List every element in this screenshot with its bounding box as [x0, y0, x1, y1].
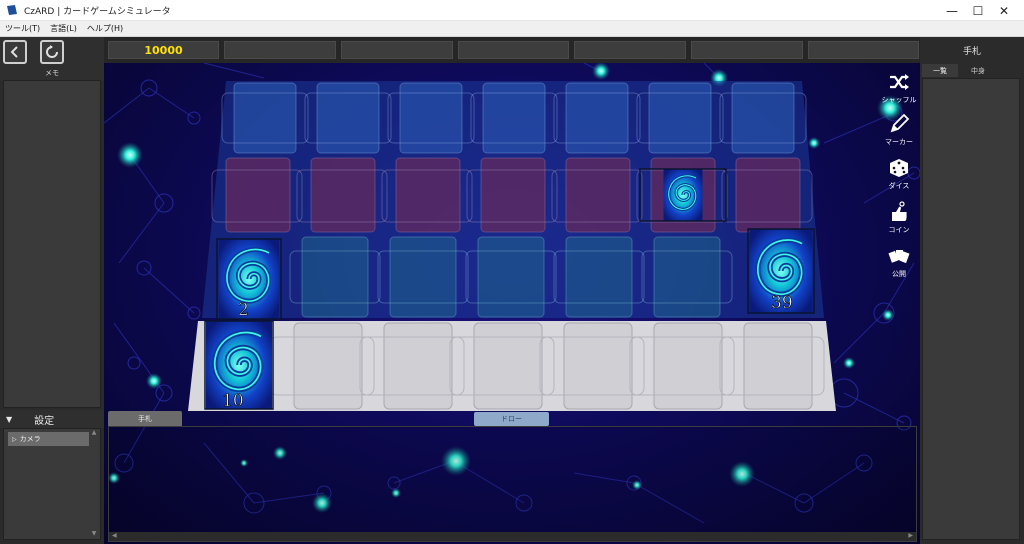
camera-label: カメラ: [19, 435, 41, 443]
zone-slot[interactable]: [473, 322, 543, 410]
life-value: 10000: [144, 43, 183, 57]
counter-box[interactable]: [808, 41, 919, 59]
zone-slot[interactable]: [383, 322, 453, 410]
camera-setting[interactable]: ▷ カメラ: [8, 432, 89, 446]
zone-slot[interactable]: [293, 322, 363, 410]
refresh-icon: [46, 45, 58, 58]
app-icon: [7, 5, 17, 15]
hand-area[interactable]: ◀ ▶: [108, 426, 917, 542]
zone-slot[interactable]: [389, 236, 457, 318]
field-row-bottom: [301, 236, 721, 318]
card-stack-left[interactable]: 2: [216, 238, 282, 320]
hand-scrollbar[interactable]: ◀ ▶: [109, 532, 916, 541]
zone-slot[interactable]: [743, 322, 813, 410]
close-button[interactable]: ✕: [984, 0, 1024, 21]
card-stack-left-count: 2: [238, 300, 249, 320]
dice-tool[interactable]: ダイス: [879, 157, 919, 191]
counter-box[interactable]: [224, 41, 336, 59]
reveal-tool[interactable]: 公開: [879, 245, 919, 279]
zone-slot[interactable]: [395, 157, 461, 233]
menu-language[interactable]: 言語(L): [45, 23, 82, 34]
deck-count: 39: [771, 293, 793, 313]
marker-tool[interactable]: マーカー: [879, 113, 919, 147]
coin-flip-icon: [892, 201, 907, 221]
settings-panel: ▷ カメラ ▲ ▼: [3, 428, 101, 540]
tab-contents[interactable]: 中身: [960, 64, 996, 77]
scroll-left-icon[interactable]: ◀: [112, 532, 117, 539]
settings-label: 設定: [34, 415, 55, 427]
settings-header[interactable]: ▼ 設定: [0, 410, 104, 428]
draw-button[interactable]: ドロー: [474, 412, 549, 426]
shuffle-tool[interactable]: シャッフル: [879, 71, 919, 105]
scroll-down-icon[interactable]: ▼: [90, 530, 98, 537]
memo-label: メモ: [45, 69, 59, 77]
back-button[interactable]: [3, 40, 27, 64]
hand-list-panel[interactable]: [922, 78, 1020, 540]
counter-box[interactable]: [691, 41, 803, 59]
menu-help[interactable]: ヘルプ(H): [82, 23, 128, 34]
card-stack-hand-count: 10: [222, 391, 244, 411]
shuffle-icon: [890, 74, 909, 90]
marker-label: マーカー: [885, 138, 913, 146]
counter-bar: 10000: [104, 37, 920, 63]
game-board-area: 2 39 10 シャッフル マーカー ダイス コイン 公開 手札 ドロー ◀ ▶: [104, 63, 920, 544]
fanned-cards-icon: [888, 250, 910, 264]
pencil-icon: [890, 113, 910, 133]
counter-box[interactable]: [458, 41, 569, 59]
chevron-left-icon: [10, 46, 18, 58]
zone-slot[interactable]: [477, 236, 545, 318]
title-bar: CzARD | カードゲームシミュレータ — ☐ ✕: [0, 0, 1024, 21]
memo-panel[interactable]: [3, 80, 101, 408]
zone-slot[interactable]: [563, 322, 633, 410]
shuffle-label: シャッフル: [881, 96, 917, 104]
card-stack-hand-zone[interactable]: 10: [204, 320, 274, 411]
zone-slot[interactable]: [653, 322, 723, 410]
expand-arrow-icon: ▷: [12, 435, 17, 443]
left-toolbar: メモ: [0, 37, 104, 81]
life-counter[interactable]: 10000: [108, 41, 219, 59]
hand-panel-title: 手札: [920, 37, 1024, 63]
zone-slot[interactable]: [565, 157, 631, 233]
counter-box[interactable]: [341, 41, 453, 59]
coin-label: コイン: [888, 226, 910, 234]
coin-tool[interactable]: コイン: [879, 201, 919, 235]
deck[interactable]: 39: [747, 228, 815, 314]
counter-box[interactable]: [574, 41, 686, 59]
collapse-icon: ▼: [6, 414, 13, 424]
dice-label: ダイス: [888, 182, 910, 190]
zone-slot[interactable]: [653, 236, 721, 318]
hand-tab[interactable]: 手札: [108, 411, 182, 426]
window-title: CzARD | カードゲームシミュレータ: [24, 6, 171, 17]
menu-bar: ツール(T) 言語(L) ヘルプ(H): [0, 21, 1024, 37]
zone-slot[interactable]: [735, 157, 801, 233]
dice-icon: [890, 159, 908, 177]
hand-panel-tabs: 一覧 中身: [920, 63, 1024, 77]
reset-button[interactable]: [40, 40, 64, 64]
scroll-right-icon[interactable]: ▶: [908, 532, 913, 539]
zone-slot[interactable]: [301, 236, 369, 318]
zone-slot[interactable]: [225, 157, 291, 233]
menu-tools[interactable]: ツール(T): [0, 23, 45, 34]
zone-slot[interactable]: [480, 157, 546, 233]
tab-list[interactable]: 一覧: [922, 64, 958, 77]
reveal-label: 公開: [892, 270, 906, 278]
scroll-up-icon[interactable]: ▲: [90, 429, 98, 436]
settings-scrollbar[interactable]: ▲ ▼: [90, 429, 98, 539]
zone-slot[interactable]: [565, 236, 633, 318]
zone-slot[interactable]: [310, 157, 376, 233]
